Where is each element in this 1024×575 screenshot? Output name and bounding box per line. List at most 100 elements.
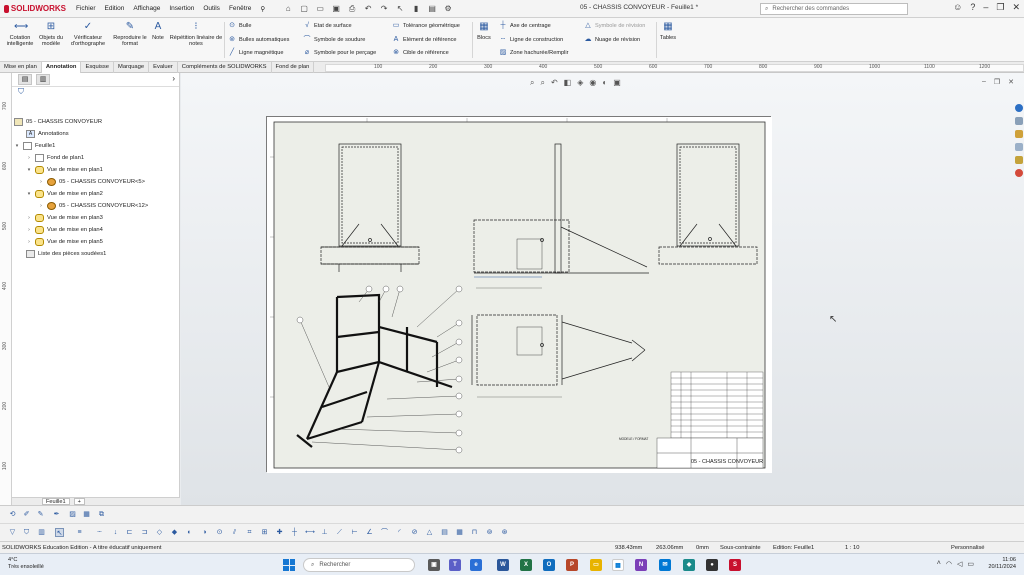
format-painter-button[interactable]: ✎ Reproduire le format (112, 21, 148, 47)
filter-icon[interactable]: ⛉ (22, 528, 31, 537)
excel-icon[interactable]: X (520, 559, 532, 571)
tray-chevron-icon[interactable]: ˄ (937, 560, 941, 568)
collapse-arrow-icon[interactable]: ▾ (14, 143, 20, 149)
viewport-restore-icon[interactable]: ❐ (994, 78, 1000, 86)
line-color-icon[interactable]: ▥ (37, 528, 46, 537)
hide-show-icon[interactable]: ◉ (589, 78, 596, 88)
drawing-sheet[interactable]: 05 - CHASSIS CONVOYEUR MODELE / FORMAT (266, 116, 772, 473)
new-document-icon[interactable]: ▢ (299, 4, 309, 14)
expand-arrow-icon[interactable]: › (26, 239, 32, 245)
appearances-icon[interactable] (1015, 156, 1023, 164)
tree-view-1[interactable]: ▾ Vue de mise en plan1 (26, 166, 103, 174)
model-items-button[interactable]: ⊞ Objets du modèle (39, 21, 63, 47)
bom-icon[interactable]: ▤ (440, 528, 449, 537)
tree-part-1[interactable]: › 05 - CHASSIS CONVOYEUR<5> (38, 178, 145, 186)
windows-start-icon[interactable] (283, 559, 295, 571)
solidworks-taskbar-icon[interactable]: S (729, 559, 741, 571)
spell-checker-button[interactable]: ✓ Vérificateur d'orthographe (66, 21, 110, 47)
smart-dimension-icon[interactable]: ⟲ (8, 510, 17, 519)
expand-arrow-icon[interactable]: › (26, 155, 32, 161)
appearance-icon[interactable]: ◐ (602, 78, 607, 88)
taskbar-clock[interactable]: 11:06 20/11/2024 (988, 557, 1016, 571)
close-button[interactable]: ✕ (1012, 2, 1020, 13)
revision-cloud-button[interactable]: ☁ Nuage de révision (584, 36, 641, 44)
broken-view-icon[interactable]: ⫽ (230, 528, 239, 537)
table-tool-icon[interactable]: ▦ (82, 510, 91, 519)
centerline-button[interactable]: ┼ Axe de centrage (499, 22, 551, 30)
onenote-icon[interactable]: N (635, 559, 647, 571)
tab-mise-en-plan[interactable]: Mise en plan (0, 62, 42, 73)
arc-icon[interactable]: ⌒ (380, 528, 389, 537)
show-edge-icon[interactable]: ⊐ (140, 528, 149, 537)
select-tool-icon[interactable]: ↖ (55, 528, 64, 537)
tree-sheet[interactable]: ▾ Feuille1 (14, 142, 55, 150)
align-view-icon[interactable]: ⊞ (260, 528, 269, 537)
media-icon[interactable]: ● (706, 559, 718, 571)
tree-root[interactable]: 05 - CHASSIS CONVOYEUR (14, 118, 102, 126)
tab-marquage[interactable]: Marquage (114, 62, 150, 73)
wifi-icon[interactable]: ◠ (946, 560, 952, 568)
section-view-icon[interactable]: ◑ (200, 528, 209, 537)
redo-icon[interactable]: ↷ (379, 4, 389, 14)
expand-arrow-icon[interactable]: › (38, 179, 44, 185)
outlook-icon[interactable]: O (543, 559, 555, 571)
edge-icon[interactable]: e (470, 559, 482, 571)
user-icon[interactable]: ☺ (953, 2, 962, 13)
scene-icon[interactable]: ▣ (613, 78, 621, 88)
linear-note-pattern-button[interactable]: ⁝ Répétition linéaire de notes (168, 21, 224, 47)
hide-edge-icon[interactable]: ⊏ (125, 528, 134, 537)
tree-view-4[interactable]: › Vue de mise en plan4 (26, 226, 103, 234)
collapse-arrow-icon[interactable]: ▾ (26, 191, 32, 197)
centerline-icon[interactable]: ┼ (290, 528, 299, 537)
line-style-icon[interactable]: ┄ (95, 528, 104, 537)
hatch-icon[interactable]: ▨ (68, 510, 77, 519)
file-explorer-icon[interactable]: ▭ (590, 559, 602, 571)
tables-button[interactable]: ▦ Tables (659, 21, 677, 41)
model-view-icon[interactable]: ◇ (155, 528, 164, 537)
rebuild-icon[interactable]: ▤ (427, 4, 437, 14)
tree-part-2[interactable]: › 05 - CHASSIS CONVOYEUR<12> (38, 202, 148, 210)
tree-view-3[interactable]: › Vue de mise en plan3 (26, 214, 103, 222)
viewport-close-icon[interactable]: ✕ (1008, 78, 1014, 86)
tab-annotation[interactable]: Annotation (41, 62, 82, 73)
tree-sheet-format[interactable]: › Fond de plan1 (26, 154, 84, 162)
task-view-icon[interactable]: ▣ (428, 559, 440, 571)
magnetic-line-button[interactable]: ╱ Ligne magnétique (228, 49, 284, 57)
tree-annotations[interactable]: A Annotations (26, 130, 69, 138)
datum-feature-button[interactable]: A Elément de référence (392, 36, 457, 44)
display-style-icon[interactable]: ◈ (577, 78, 583, 88)
zoom-to-fit-icon[interactable]: ⌕ (530, 78, 534, 88)
unit-system[interactable]: Personnalisé (951, 545, 985, 551)
dimension-icon[interactable]: ⟷ (305, 528, 315, 537)
home-icon[interactable]: ⌂ (283, 4, 293, 14)
tree-view-2[interactable]: ▾ Vue de mise en plan2 (26, 190, 103, 198)
ordinate-icon[interactable]: ⊥ (320, 528, 329, 537)
add-sheet-icon[interactable]: + (73, 498, 85, 505)
app-icon[interactable]: ◆ (683, 559, 695, 571)
menu-affichage[interactable]: Affichage (133, 5, 160, 13)
previous-view-icon[interactable]: ↶ (551, 78, 558, 88)
filter-icon[interactable]: ⛉ (12, 87, 179, 97)
zoom-area-icon[interactable]: ⌕ (540, 78, 544, 88)
sheet-scale[interactable]: 1 : 10 (845, 545, 860, 551)
weld-bead-icon[interactable]: ⊘ (410, 528, 419, 537)
feature-manager-tab[interactable]: ▤ (18, 74, 32, 85)
custom-properties-icon[interactable] (1015, 169, 1023, 177)
insert-point-icon[interactable]: ↓ (111, 528, 120, 537)
word-icon[interactable]: W (497, 559, 509, 571)
construction-line-button[interactable]: ┄ Ligne de construction (499, 36, 563, 44)
traffic-light-icon[interactable]: ▮ (411, 4, 421, 14)
volume-icon[interactable]: ◁ (957, 560, 962, 568)
teams-icon[interactable]: T (449, 559, 461, 571)
menu-fichier[interactable]: Fichier (76, 5, 96, 13)
menu-fenetre[interactable]: Fenêtre (229, 5, 251, 13)
property-manager-tab[interactable]: ▥ (36, 74, 50, 85)
ink-icon[interactable]: ✒ (52, 510, 61, 519)
store-icon[interactable]: ▦ (612, 559, 624, 571)
hole-callout-button[interactable]: ⌀ Symbole pour le perçage (303, 49, 376, 57)
tab-complements[interactable]: Compléments de SOLIDWORKS (178, 62, 272, 73)
magnet-icon[interactable]: ⊓ (470, 528, 479, 537)
tab-evaluer[interactable]: Evaluer (149, 62, 178, 73)
pin-icon[interactable]: ⚲ (260, 5, 265, 13)
layer-toggle-icon[interactable]: ▽ (8, 528, 17, 537)
